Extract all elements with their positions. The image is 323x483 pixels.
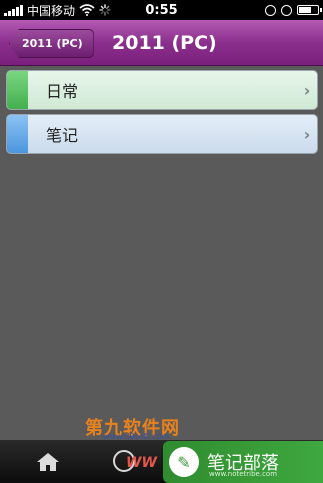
battery-icon bbox=[297, 5, 322, 15]
signal-strength-icon bbox=[4, 4, 23, 16]
alarm-icon bbox=[265, 4, 276, 16]
list-item-notes[interactable]: 笔记 › bbox=[6, 114, 318, 154]
rotation-lock-icon bbox=[281, 4, 292, 16]
chevron-right-icon: › bbox=[303, 124, 311, 144]
back-button[interactable]: 2011 (PC) bbox=[9, 29, 94, 58]
notetribe-badge: ✎ 笔记部落 www.notetribe.com bbox=[163, 441, 323, 483]
list-item-label: 日常 bbox=[46, 82, 79, 101]
status-bar: 中国移动 0:55 bbox=[0, 0, 323, 20]
www-watermark: WW bbox=[126, 455, 157, 471]
navigation-bar: 2011 (PC) 2011 (PC) bbox=[0, 20, 323, 66]
badge-url: www.notetribe.com bbox=[209, 470, 278, 478]
pen-icon: ✎ bbox=[169, 447, 199, 477]
list-item-daily[interactable]: 日常 › bbox=[6, 70, 318, 110]
category-color-swatch bbox=[7, 71, 28, 109]
wifi-icon bbox=[79, 4, 95, 16]
status-time: 0:55 bbox=[145, 2, 178, 18]
status-right bbox=[265, 4, 322, 16]
carrier-name: 中国移动 bbox=[27, 3, 76, 18]
status-left: 中国移动 bbox=[0, 2, 111, 19]
list-item-label: 笔记 bbox=[46, 126, 79, 145]
page-title: 2011 (PC) bbox=[112, 32, 217, 54]
home-icon[interactable] bbox=[36, 452, 60, 472]
chevron-right-icon: › bbox=[303, 80, 311, 100]
activity-spinner-icon bbox=[99, 4, 111, 16]
category-color-swatch bbox=[7, 115, 28, 153]
